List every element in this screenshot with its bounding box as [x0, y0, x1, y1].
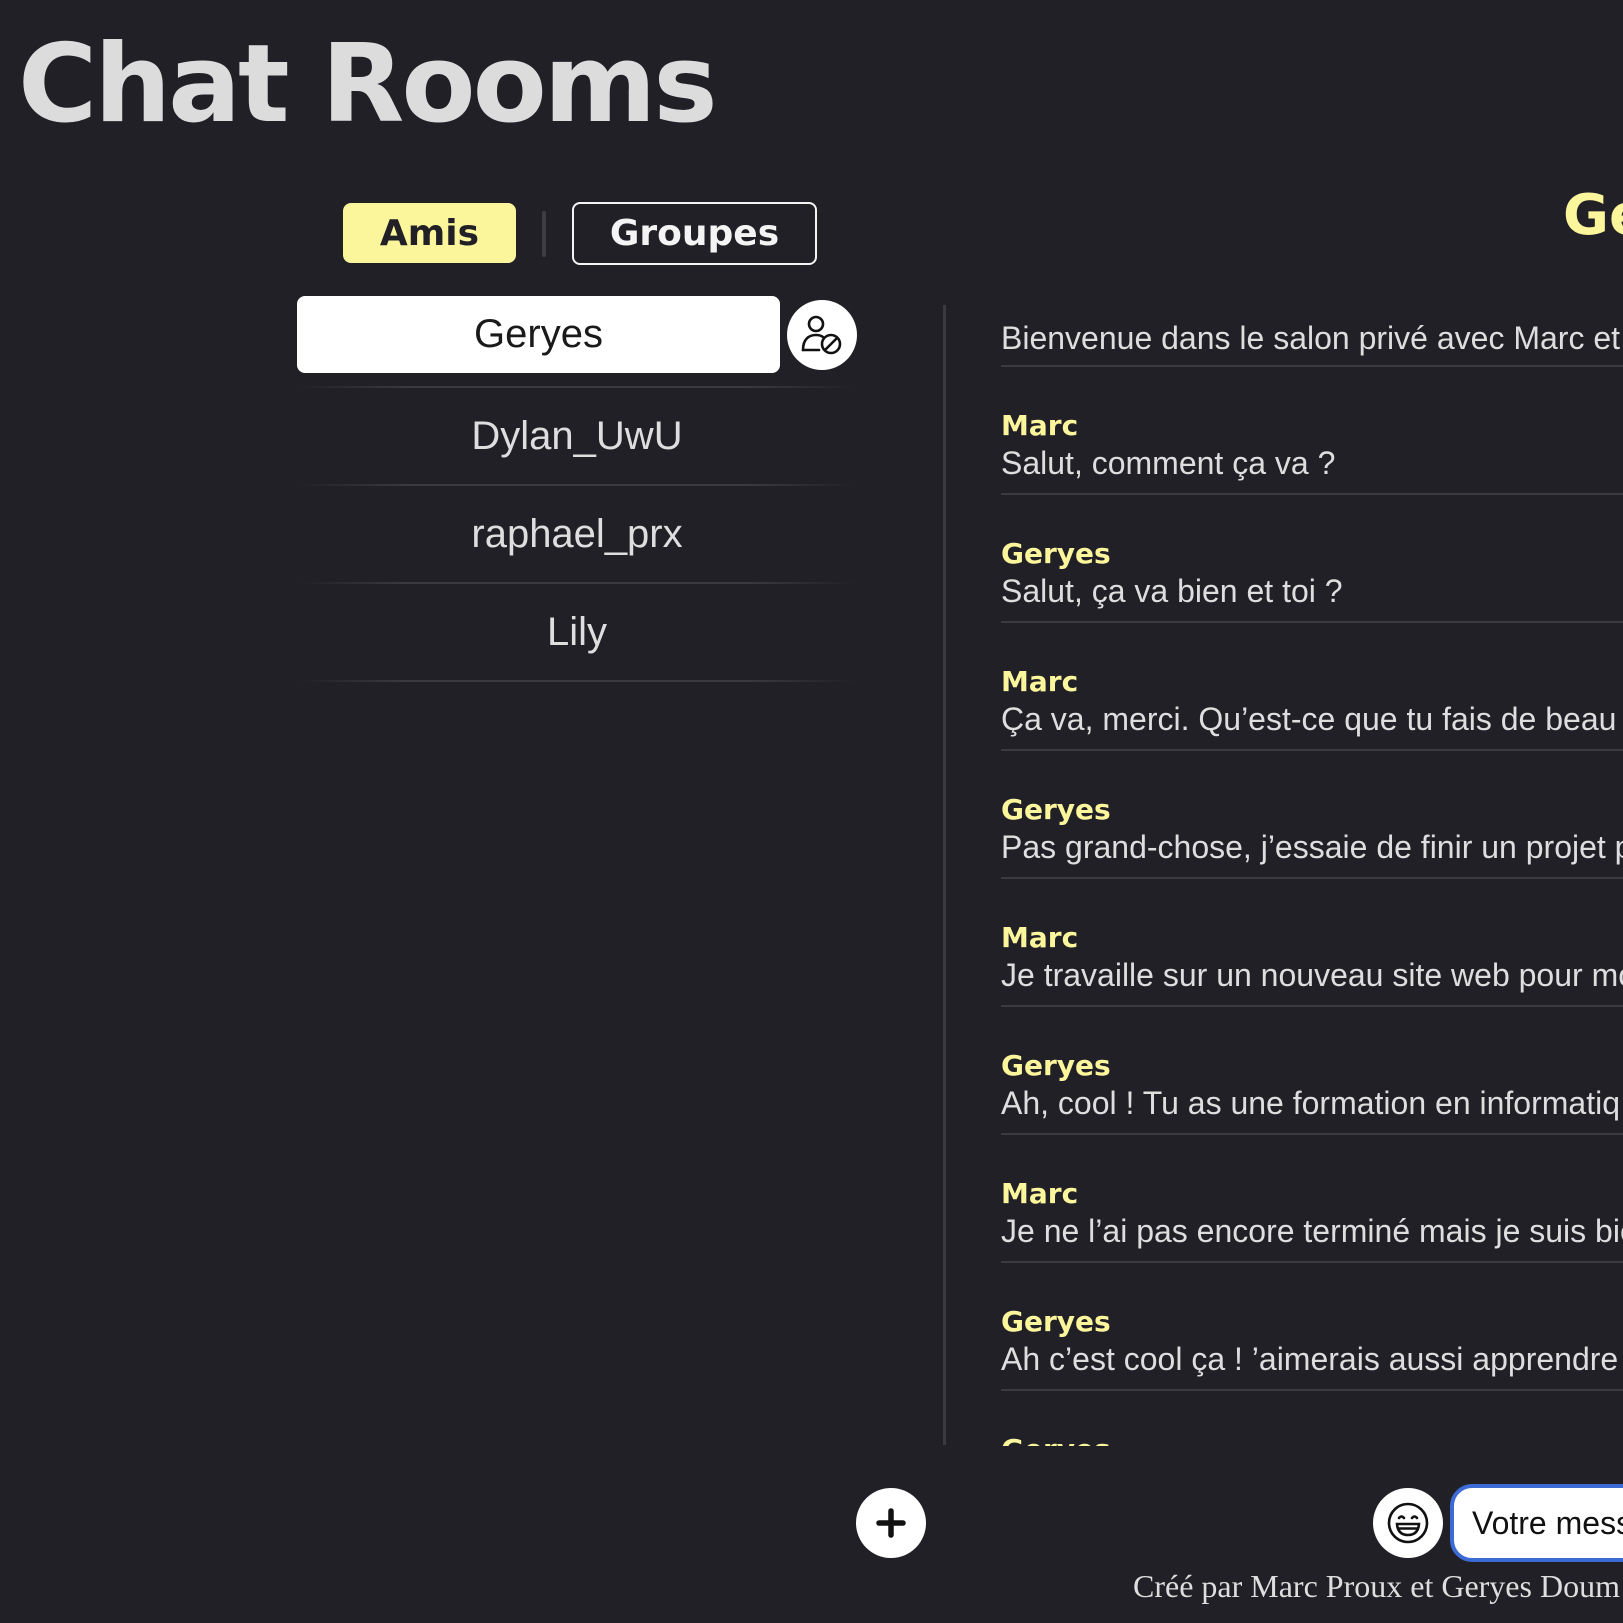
message-author: Marc	[1001, 921, 1079, 954]
tab-groups[interactable]: Groupes	[572, 202, 817, 265]
emoji-icon	[1387, 1502, 1429, 1544]
app-title: Chat Rooms	[18, 22, 718, 147]
message-input[interactable]	[1450, 1484, 1623, 1562]
tab-friends[interactable]: Amis	[343, 203, 516, 263]
message: Marc Je ne l’ai pas encore terminé mais …	[1001, 1135, 1623, 1263]
message: Marc Ça va, merci. Qu’est-ce que tu fais…	[1001, 623, 1623, 751]
message: Marc Je travaille sur un nouveau site we…	[1001, 879, 1623, 1007]
message: Geryes Ah c’est cool ça ! ’aimerais auss…	[1001, 1263, 1623, 1391]
message-text: Pas grand-chose, j’essaie de finir un pr…	[1001, 829, 1623, 865]
active-contact-row: Geryes	[297, 296, 857, 374]
welcome-message: Bienvenue dans le salon privé avec Marc …	[1001, 300, 1623, 367]
tab-divider	[542, 211, 546, 257]
block-user-button[interactable]	[787, 300, 857, 370]
message: Geryes Salut, ça va bien et toi ?	[1001, 495, 1623, 623]
contact-item[interactable]: raphael_prx	[297, 486, 857, 582]
contact-separator	[297, 680, 857, 682]
contact-item-active[interactable]: Geryes	[297, 296, 780, 373]
message-text: Je ne l’ai pas encore terminé mais je su…	[1001, 1213, 1623, 1249]
chat-app: Chat Rooms Amis Groupes Geryes Dylan_UwU…	[0, 0, 1623, 1623]
add-button[interactable]	[856, 1488, 926, 1558]
message-author: Marc	[1001, 665, 1079, 698]
message-text: Salut, ça va bien et toi ?	[1001, 573, 1343, 609]
message-author: Marc	[1001, 1177, 1079, 1210]
message-list[interactable]: Bienvenue dans le salon privé avec Marc …	[1001, 300, 1623, 1446]
message-text: Ah c’est cool ça ! ’aimerais aussi appre…	[1001, 1341, 1619, 1377]
panel-divider	[943, 305, 946, 1445]
message-author: Geryes	[1001, 793, 1111, 826]
message-author: Geryes	[1001, 537, 1111, 570]
message-author: Geryes	[1001, 1433, 1623, 1446]
footer-credit: Créé par Marc Proux et Geryes Doum	[1133, 1568, 1620, 1604]
contact-list: Geryes Dylan_UwU raphael_prx Lily	[297, 296, 857, 682]
message-author: Geryes	[1001, 1049, 1111, 1082]
message: Geryes Pas grand-chose, j’essaie de fini…	[1001, 751, 1623, 879]
contact-item[interactable]: Lily	[297, 584, 857, 680]
conversation-title: Ge	[1563, 183, 1623, 248]
message: Geryes	[1001, 1391, 1623, 1446]
user-block-icon	[801, 315, 842, 355]
message-text: Ça va, merci. Qu’est-ce que tu fais de b…	[1001, 701, 1617, 737]
message-text: Je travaille sur un nouveau site web pou…	[1001, 957, 1623, 993]
emoji-button[interactable]	[1373, 1488, 1443, 1558]
message-text: Ah, cool ! Tu as une formation en inform…	[1001, 1085, 1620, 1121]
message-text: Salut, comment ça va ?	[1001, 445, 1336, 481]
message-author: Geryes	[1001, 1305, 1111, 1338]
message: Marc Salut, comment ça va ?	[1001, 367, 1623, 495]
message: Geryes Ah, cool ! Tu as une formation en…	[1001, 1007, 1623, 1135]
message-author: Marc	[1001, 409, 1079, 442]
contact-item[interactable]: Dylan_UwU	[297, 388, 857, 484]
plus-icon	[876, 1508, 906, 1538]
